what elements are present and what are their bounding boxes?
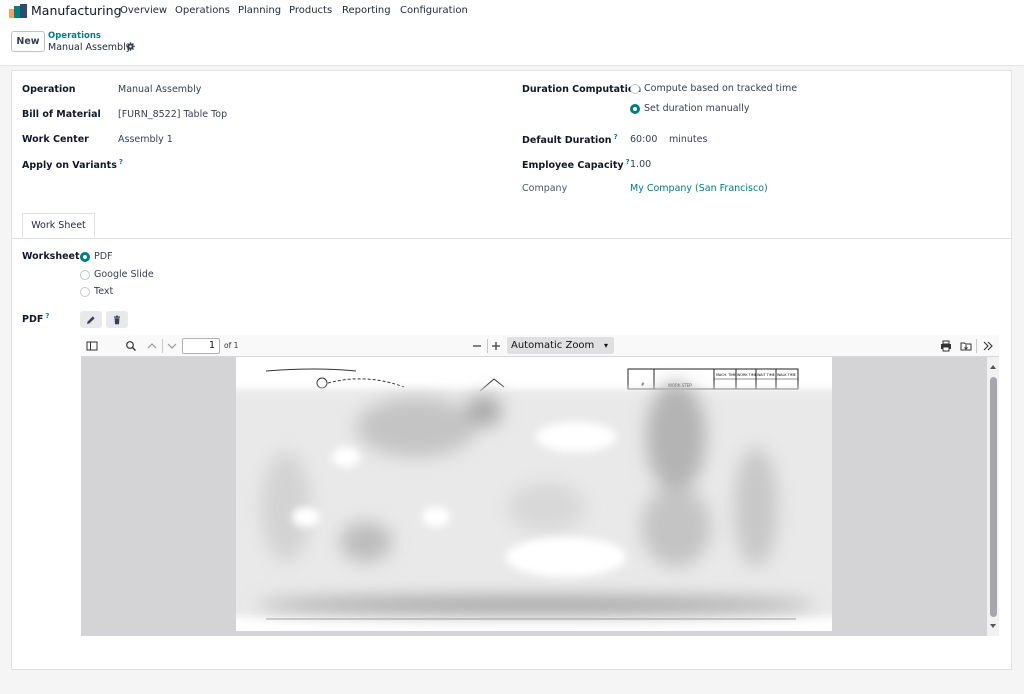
pdf-label-text: PDF xyxy=(22,314,44,326)
pdf-page-drawing: # WORK STEP MACH. TIME WORK TIME WAIT TI… xyxy=(236,368,832,620)
edit-pdf-button[interactable] xyxy=(80,311,102,328)
variants-label-text: Apply on Variants xyxy=(22,160,117,172)
pdf-viewer[interactable]: 1 of 1 Automatic Zoom ▾ # MACH. TIME WOR… xyxy=(81,335,999,636)
toolbar-separator xyxy=(976,339,977,353)
radio-worksheet-pdf-label[interactable]: PDF xyxy=(94,251,113,262)
page-number-input[interactable]: 1 xyxy=(182,338,220,354)
operation-field[interactable]: Manual Assembly xyxy=(118,84,201,95)
pdf-label: PDF? xyxy=(22,312,49,325)
default-duration-field[interactable]: 60:00 xyxy=(630,134,657,145)
toolbar-separator xyxy=(162,339,163,353)
menu-configuration[interactable]: Configuration xyxy=(400,5,468,16)
scroll-down-icon[interactable] xyxy=(987,620,999,632)
default-duration-label: Default Duration? xyxy=(522,133,618,146)
new-button[interactable]: New xyxy=(11,31,45,52)
workcenter-label: Work Center xyxy=(22,134,89,145)
menu-reporting[interactable]: Reporting xyxy=(342,5,391,16)
pdf-scrollbar-thumb[interactable] xyxy=(990,377,997,617)
default-duration-unit: minutes xyxy=(669,134,708,145)
menu-planning[interactable]: Planning xyxy=(238,5,281,16)
zoom-select[interactable]: Automatic Zoom ▾ xyxy=(507,337,614,354)
default-duration-label-text: Default Duration xyxy=(522,135,612,147)
menu-overview[interactable]: Overview xyxy=(120,5,167,16)
page-count-label: of 1 xyxy=(224,341,239,350)
search-icon[interactable] xyxy=(125,340,137,352)
capacity-field[interactable]: 1.00 xyxy=(630,159,651,170)
table-header-walk-time: WALK TIME xyxy=(777,373,796,377)
breadcrumb-parent[interactable]: Operations xyxy=(48,31,101,41)
company-field[interactable]: My Company (San Francisco) xyxy=(630,183,768,194)
table-header-mach-time: MACH. TIME xyxy=(716,373,736,377)
control-panel: New Operations Manual Assembly xyxy=(0,24,1024,66)
bom-label: Bill of Material xyxy=(22,109,101,120)
operation-label: Operation xyxy=(22,84,76,95)
next-page-icon[interactable] xyxy=(166,340,178,352)
variants-label: Apply on Variants? xyxy=(22,158,123,171)
chevron-down-icon: ▾ xyxy=(603,341,608,350)
pdf-page: # WORK STEP MACH. TIME WORK TIME WAIT TI… xyxy=(236,357,832,631)
capacity-label: Employee Capacity? xyxy=(522,158,630,171)
worksheet-label: Worksheet xyxy=(22,251,80,262)
menu-operations[interactable]: Operations xyxy=(175,5,230,16)
table-cell-number: # xyxy=(641,382,645,387)
help-tooltip-icon[interactable]: ? xyxy=(614,133,618,141)
pdf-toolbar: 1 of 1 Automatic Zoom ▾ xyxy=(81,335,999,357)
pdf-canvas-area[interactable]: # WORK STEP MACH. TIME WORK TIME WAIT TI… xyxy=(81,357,999,636)
duration-computation-label: Duration Computation xyxy=(522,84,642,95)
breadcrumb-current: Manual Assembly xyxy=(48,42,132,53)
tab-divider xyxy=(12,238,1011,239)
top-navbar: Manufacturing Overview Operations Planni… xyxy=(0,0,1024,24)
help-tooltip-icon[interactable]: ? xyxy=(119,158,123,166)
pdf-scrollbar[interactable] xyxy=(987,357,999,636)
company-label: Company xyxy=(522,183,568,194)
help-tooltip-icon[interactable]: ? xyxy=(45,312,49,320)
previous-page-icon[interactable] xyxy=(146,340,158,352)
toolbar-separator xyxy=(487,339,488,353)
save-download-icon[interactable] xyxy=(960,340,972,352)
zoom-in-icon[interactable] xyxy=(490,340,502,352)
tools-menu-icon[interactable] xyxy=(982,340,994,352)
table-header-work-time: WORK TIME xyxy=(737,373,757,377)
radio-set-manually-label[interactable]: Set duration manually xyxy=(644,103,749,114)
zoom-out-icon[interactable] xyxy=(471,340,483,352)
print-icon[interactable] xyxy=(940,340,952,352)
trash-icon xyxy=(114,315,120,324)
app-name[interactable]: Manufacturing xyxy=(31,3,122,18)
radio-worksheet-google-slide-label[interactable]: Google Slide xyxy=(94,269,154,280)
manufacturing-app-icon[interactable] xyxy=(9,4,27,18)
radio-compute-tracked-label[interactable]: Compute based on tracked time xyxy=(644,83,797,94)
bom-field[interactable]: [FURN_8522] Table Top xyxy=(118,109,227,120)
pencil-icon xyxy=(87,315,95,324)
tab-work-sheet[interactable]: Work Sheet xyxy=(22,213,95,238)
radio-worksheet-pdf[interactable] xyxy=(80,252,90,262)
radio-worksheet-text-label[interactable]: Text xyxy=(94,286,113,297)
form-sheet: Operation Manual Assembly Bill of Materi… xyxy=(11,70,1012,670)
gear-icon[interactable] xyxy=(126,42,135,51)
capacity-label-text: Employee Capacity xyxy=(522,160,624,172)
scroll-up-icon[interactable] xyxy=(987,361,999,373)
menu-products[interactable]: Products xyxy=(289,5,332,16)
table-header-wait-time: WAIT TIME xyxy=(757,373,775,377)
radio-worksheet-text[interactable] xyxy=(80,287,90,297)
delete-pdf-button[interactable] xyxy=(106,311,128,328)
radio-set-manually[interactable] xyxy=(630,104,640,114)
workcenter-field[interactable]: Assembly 1 xyxy=(118,134,173,145)
sidebar-toggle-icon[interactable] xyxy=(86,340,98,352)
radio-worksheet-google-slide[interactable] xyxy=(80,270,90,280)
radio-compute-tracked[interactable] xyxy=(630,84,640,94)
zoom-select-value: Automatic Zoom xyxy=(511,340,595,351)
